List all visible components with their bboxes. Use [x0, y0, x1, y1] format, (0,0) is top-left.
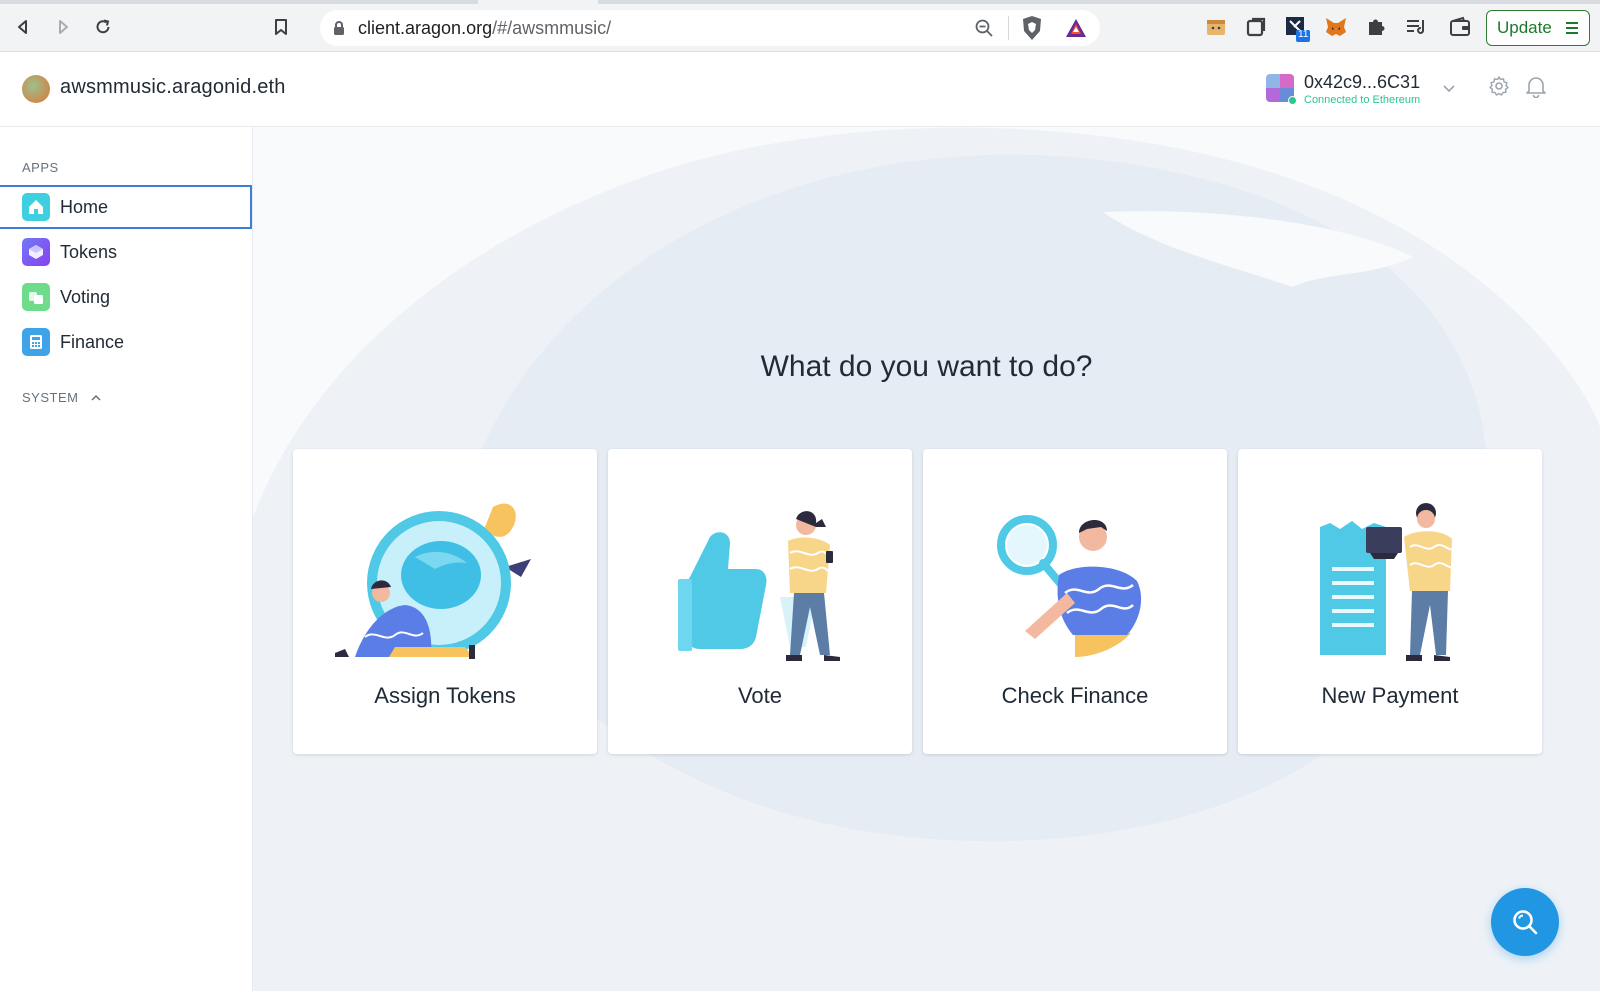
card-label: Assign Tokens	[374, 683, 516, 708]
rewards-triangle-icon[interactable]	[1064, 17, 1088, 44]
settings-gear-icon[interactable]	[1487, 74, 1511, 103]
url-text[interactable]: client.aragon.org/#/awsmmusic/	[358, 18, 611, 39]
org-name[interactable]: awsmmusic.aragonid.eth	[60, 76, 286, 99]
sidebar-item-label: Finance	[60, 331, 125, 352]
sidebar-item-label: Tokens	[60, 241, 118, 262]
extension-box-icon[interactable]	[1204, 15, 1228, 39]
active-tab[interactable]	[478, 0, 598, 4]
extensions-puzzle-icon[interactable]	[1364, 15, 1388, 39]
url-separator	[1008, 16, 1009, 40]
sidebar-item-label: Home	[60, 196, 109, 217]
sidebar-item-voting[interactable]: Voting	[0, 275, 252, 319]
card-label: Check Finance	[1001, 683, 1149, 708]
card-label: New Payment	[1321, 683, 1459, 708]
reload-icon[interactable]	[90, 14, 116, 40]
bookmark-icon[interactable]	[268, 14, 294, 40]
playlist-icon[interactable]	[1404, 15, 1428, 39]
search-fab-button[interactable]	[1491, 888, 1559, 956]
account-address[interactable]: 0x42c9...6C31	[1304, 72, 1420, 93]
search-icon	[1513, 910, 1538, 935]
vote-card[interactable]: Vote	[608, 449, 912, 754]
new-payment-card[interactable]: New Payment	[1238, 449, 1542, 754]
extension-badge-count: 11	[1298, 29, 1309, 40]
update-button[interactable]: Update	[1486, 10, 1590, 46]
lock-icon[interactable]	[332, 20, 346, 41]
finance-icon	[22, 328, 50, 356]
org-avatar[interactable]	[22, 75, 50, 103]
wallet-icon[interactable]	[1448, 15, 1472, 39]
extension-window-icon[interactable]	[1244, 15, 1268, 39]
card-label: Vote	[737, 683, 783, 708]
address-bar[interactable]: client.aragon.org/#/awsmmusic/	[320, 10, 1100, 46]
sidebar-item-finance[interactable]: Finance	[0, 320, 252, 364]
system-section-toggle[interactable]: SYSTEM	[22, 390, 102, 405]
system-section-title: SYSTEM	[22, 390, 79, 405]
connection-status-dot	[1288, 96, 1297, 105]
check-finance-illustration	[997, 515, 1142, 657]
assign-tokens-illustration	[335, 503, 531, 659]
vote-illustration	[678, 511, 840, 661]
brave-shield-icon[interactable]	[1020, 15, 1044, 46]
apps-section-title: APPS	[22, 160, 59, 175]
tokens-icon	[22, 238, 50, 266]
notifications-bell-icon[interactable]	[1525, 74, 1547, 103]
chevron-up-icon	[91, 394, 101, 401]
sidebar-item-home[interactable]: Home	[0, 185, 252, 229]
zoom-out-icon[interactable]	[974, 18, 994, 43]
new-payment-illustration	[1320, 503, 1453, 661]
app-header: awsmmusic.aragonid.eth 0x42c9...6C31 Con…	[0, 52, 1600, 127]
check-finance-card[interactable]: Check Finance	[923, 449, 1227, 754]
sidebar-item-label: Voting	[60, 286, 111, 307]
hamburger-menu-icon[interactable]	[1564, 21, 1580, 35]
sidebar: APPS Home Tokens Voting Finance SYSTEM	[0, 127, 253, 991]
tab-strip	[0, 0, 1600, 4]
url-host: client.aragon.org	[358, 18, 493, 38]
assign-tokens-card[interactable]: Assign Tokens	[293, 449, 597, 754]
home-icon	[22, 193, 50, 221]
metamask-fox-icon[interactable]	[1324, 15, 1348, 39]
chevron-down-icon[interactable]	[1442, 80, 1456, 98]
url-path: /#/awsmmusic/	[492, 18, 612, 38]
sidebar-item-tokens[interactable]: Tokens	[0, 230, 252, 274]
extension-badge-icon[interactable]: 11	[1284, 15, 1310, 42]
connection-status-text: Connected to Ethereum	[1304, 94, 1421, 106]
update-button-label: Update	[1497, 18, 1552, 37]
main-content: What do you want to do? Assign Tokens Vo…	[253, 127, 1600, 991]
forward-icon[interactable]	[50, 14, 76, 40]
browser-toolbar: client.aragon.org/#/awsmmusic/ 11 Update	[0, 0, 1600, 52]
voting-icon	[22, 283, 50, 311]
back-icon[interactable]	[10, 14, 36, 40]
page-title: What do you want to do?	[760, 350, 1093, 383]
